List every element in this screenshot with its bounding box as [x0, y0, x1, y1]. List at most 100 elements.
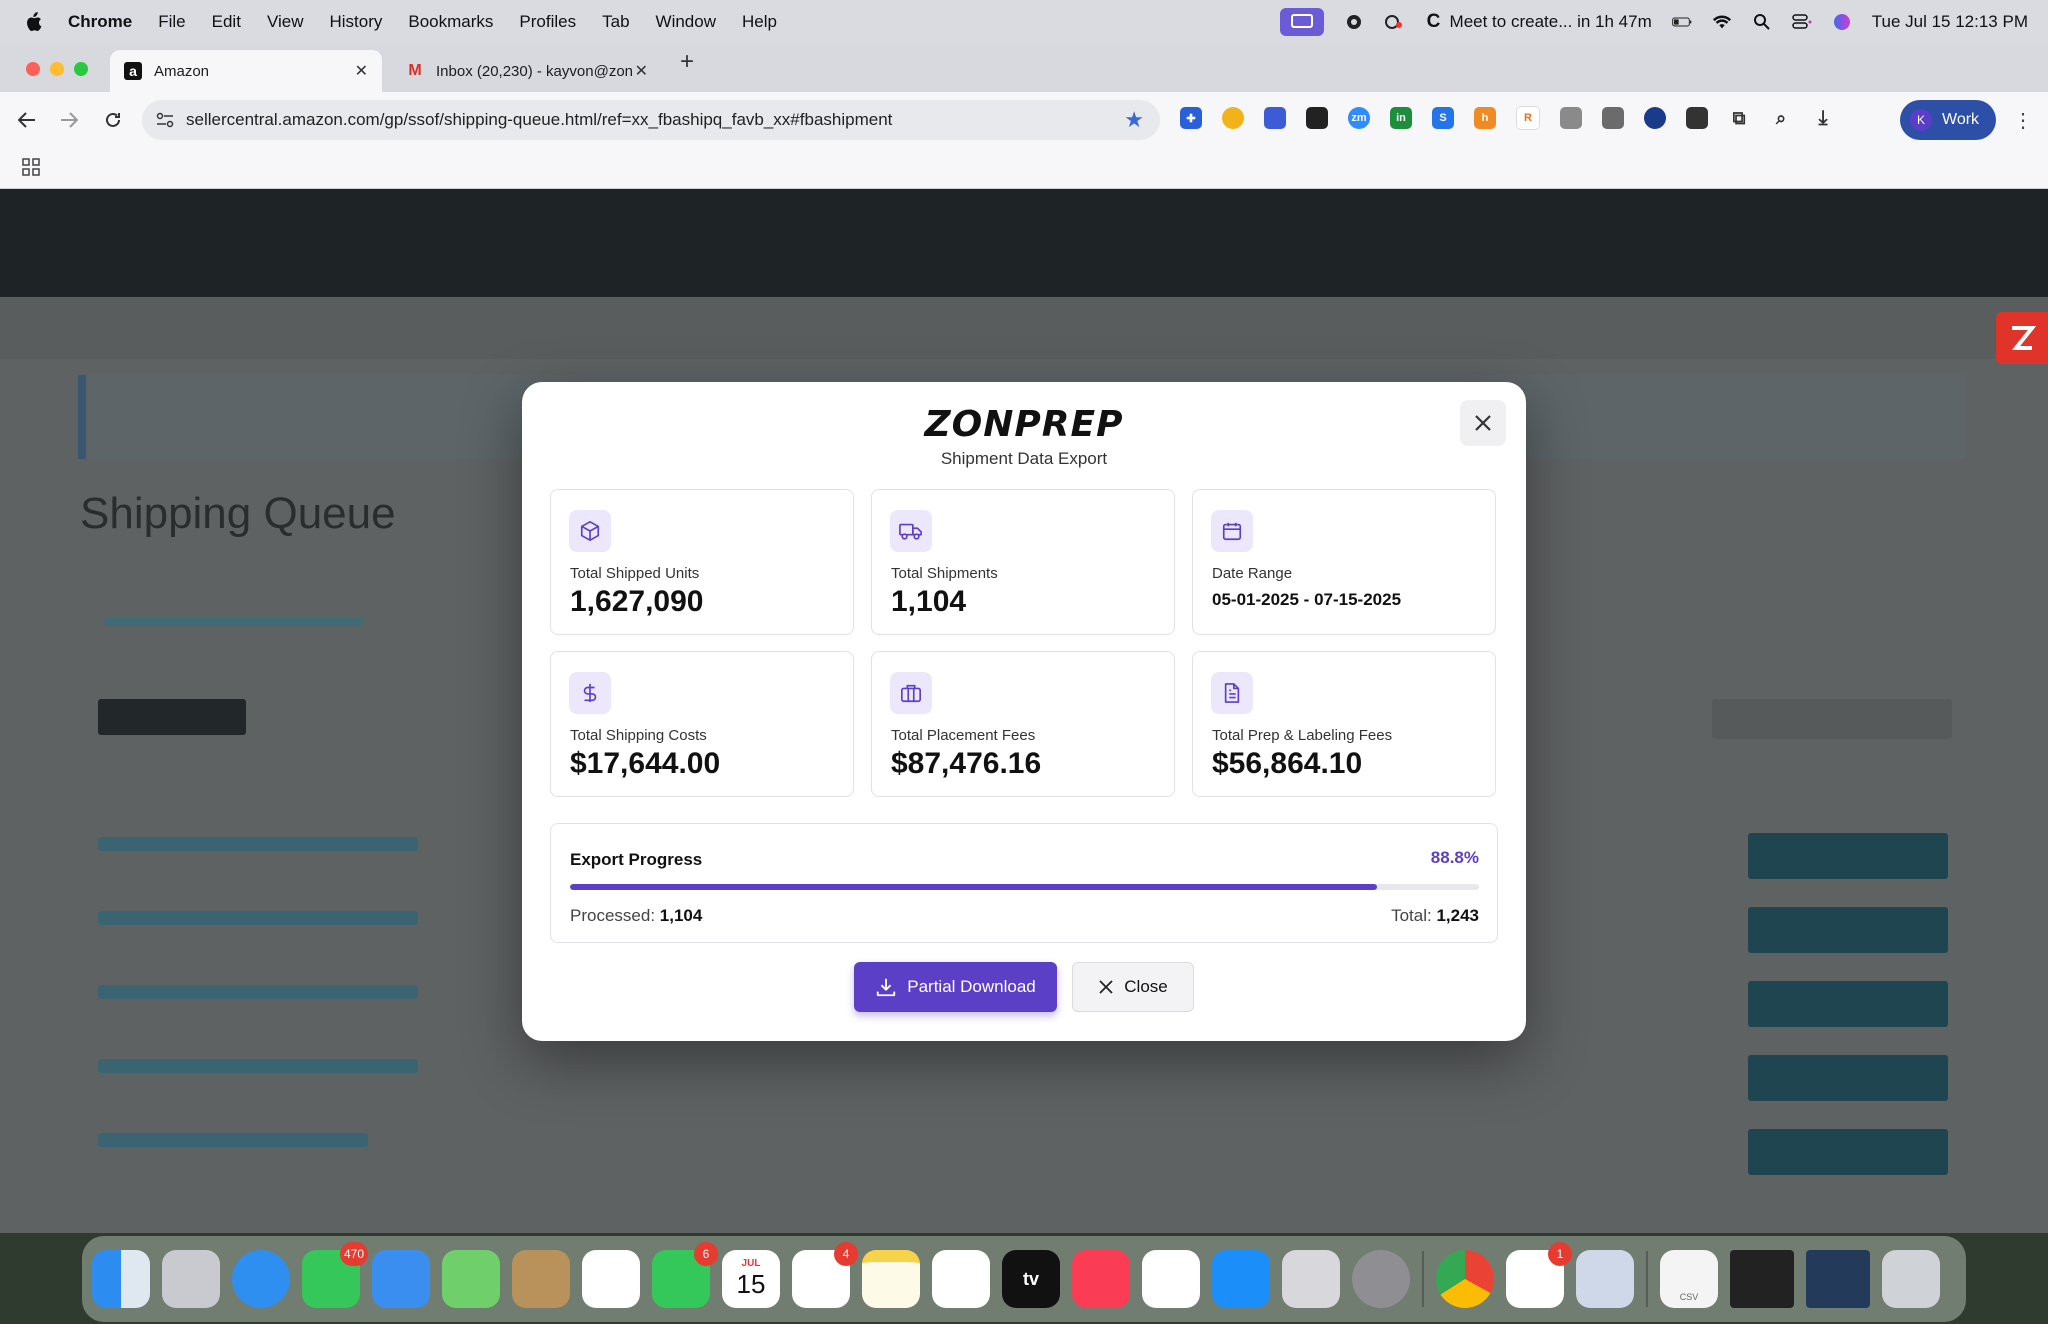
address-bar[interactable]: sellercentral.amazon.com/gp/ssof/shippin…	[142, 100, 1160, 140]
chrome-icon[interactable]	[1436, 1250, 1494, 1308]
box-icon	[569, 510, 611, 552]
apps-grid-icon[interactable]	[22, 158, 40, 176]
minimize-window-button[interactable]	[50, 62, 64, 76]
photos-icon[interactable]	[582, 1250, 640, 1308]
stat-label: Total Shipped Units	[570, 565, 700, 582]
system-settings-icon[interactable]	[1352, 1250, 1410, 1308]
calendar-meeting-status[interactable]: C Meet to create... in 1h 47m	[1424, 11, 1652, 32]
close-tab-icon[interactable]: ✕	[355, 61, 368, 81]
total-label: Total:	[1391, 906, 1432, 925]
more-menu-icon[interactable]: ⋮	[2012, 109, 2034, 132]
menu-file[interactable]: File	[158, 12, 185, 32]
modal-subtitle: Shipment Data Export	[940, 449, 1108, 468]
mail-icon[interactable]	[372, 1250, 430, 1308]
site-info-icon[interactable]	[156, 111, 174, 129]
close-tab-icon[interactable]: ✕	[635, 61, 648, 81]
menu-help[interactable]: Help	[742, 12, 777, 32]
slack-icon[interactable]: 1	[1506, 1242, 1572, 1308]
extension-puzzle-blue-icon[interactable]: ✚	[1180, 107, 1202, 129]
profile-button[interactable]: K Work	[1900, 100, 1996, 140]
url-text: sellercentral.amazon.com/gp/ssof/shippin…	[186, 110, 893, 129]
menu-edit[interactable]: Edit	[212, 12, 241, 32]
screen-share-icon[interactable]	[1279, 8, 1324, 36]
extension-s-icon[interactable]: S	[1432, 107, 1454, 129]
creative-cloud-icon[interactable]	[1384, 12, 1404, 32]
siri-icon[interactable]	[1832, 12, 1852, 32]
contacts-icon[interactable]	[512, 1250, 570, 1308]
extension-circle-icon[interactable]	[1644, 107, 1666, 129]
extension-chart-icon[interactable]	[1602, 107, 1624, 129]
bookmark-star-icon[interactable]: ★	[1124, 107, 1144, 133]
download-icon	[877, 978, 896, 997]
table-link	[98, 911, 418, 925]
reload-button[interactable]	[102, 109, 124, 131]
recent-window-thumbnail[interactable]	[1806, 1250, 1870, 1308]
menu-tab[interactable]: Tab	[602, 12, 629, 32]
zonprep-extension-button[interactable]	[1996, 312, 2048, 364]
menu-history[interactable]: History	[329, 12, 382, 32]
apple-menu-icon[interactable]	[22, 11, 44, 33]
processed-count: Processed: 1,104	[570, 906, 702, 926]
extension-yellow-icon[interactable]	[1222, 107, 1244, 129]
preview-icon[interactable]	[1576, 1250, 1634, 1308]
new-tab-button[interactable]: +	[680, 48, 694, 76]
zoom-window-button[interactable]	[74, 62, 88, 76]
safari-icon[interactable]	[232, 1250, 290, 1308]
settings-gear-icon[interactable]	[1344, 12, 1364, 32]
wifi-icon[interactable]	[1712, 12, 1732, 32]
menu-app-name[interactable]: Chrome	[68, 12, 132, 32]
calendar-icon[interactable]: JUL 15	[722, 1250, 780, 1308]
extensions-puzzle-icon[interactable]: ⧉	[1728, 107, 1750, 129]
facetime-icon[interactable]: 6	[652, 1242, 718, 1308]
extension-frame-icon[interactable]	[1686, 107, 1708, 129]
spotlight-search-icon[interactable]	[1752, 12, 1772, 32]
tab-search-icon[interactable]: ⌕	[1770, 107, 1792, 129]
recent-window-thumbnail[interactable]	[1730, 1250, 1794, 1308]
app-store-icon[interactable]	[1212, 1250, 1270, 1308]
menu-window[interactable]: Window	[656, 12, 716, 32]
table-link	[98, 1059, 418, 1073]
dock-separator	[1422, 1251, 1424, 1307]
extension-blocks-icon[interactable]	[1264, 107, 1286, 129]
maps-icon[interactable]	[442, 1250, 500, 1308]
iphone-mirroring-icon[interactable]	[1282, 1250, 1340, 1308]
forward-button[interactable]	[58, 109, 80, 131]
meeting-text: Meet to create... in 1h 47m	[1449, 12, 1652, 31]
messages-icon[interactable]: 470	[302, 1242, 368, 1308]
extension-qr-icon[interactable]	[1306, 107, 1328, 129]
stat-label: Total Prep & Labeling Fees	[1212, 727, 1393, 744]
close-button[interactable]: Close	[1072, 962, 1194, 1012]
menu-profiles[interactable]: Profiles	[519, 12, 576, 32]
extension-green-icon[interactable]: in	[1390, 107, 1412, 129]
apple-tv-icon[interactable]: tv	[1002, 1250, 1060, 1308]
control-center-icon[interactable]	[1792, 12, 1812, 32]
extension-gray-icon[interactable]	[1560, 107, 1582, 129]
csv-file-icon[interactable]: CSV	[1660, 1250, 1718, 1308]
shipment-export-modal: ZONPREP Shipment Data Export Total Shipp…	[522, 382, 1526, 1041]
menu-bookmarks[interactable]: Bookmarks	[408, 12, 493, 32]
tab-amazon[interactable]: a Amazon ✕	[110, 50, 382, 92]
close-window-button[interactable]	[26, 62, 40, 76]
extension-orange-icon[interactable]: h	[1474, 107, 1496, 129]
gmail-favicon-icon: M	[408, 62, 422, 79]
battery-icon[interactable]	[1671, 12, 1692, 32]
reminders-icon[interactable]: 4	[792, 1242, 858, 1308]
finder-icon[interactable]	[92, 1250, 150, 1308]
menu-view[interactable]: View	[267, 12, 304, 32]
extension-r-icon[interactable]: R	[1516, 106, 1540, 130]
news-icon[interactable]	[1142, 1250, 1200, 1308]
table-link	[98, 985, 418, 999]
row-action-button	[1748, 907, 1948, 953]
music-icon[interactable]	[1072, 1250, 1130, 1308]
freeform-icon[interactable]	[932, 1250, 990, 1308]
launchpad-icon[interactable]	[162, 1250, 220, 1308]
tab-gmail[interactable]: M Inbox (20,230) - kayvon@zon ✕	[392, 50, 662, 92]
trash-icon[interactable]	[1882, 1250, 1940, 1308]
back-button[interactable]	[16, 109, 38, 131]
partial-download-button[interactable]: Partial Download	[854, 962, 1057, 1012]
menubar-clock[interactable]: Tue Jul 15 12:13 PM	[1872, 12, 2028, 32]
calendar-month: JUL	[741, 1258, 761, 1269]
extension-zoom-icon[interactable]: zm	[1348, 107, 1370, 129]
notes-icon[interactable]	[862, 1250, 920, 1308]
download-icon[interactable]: ⤓	[1812, 107, 1834, 129]
